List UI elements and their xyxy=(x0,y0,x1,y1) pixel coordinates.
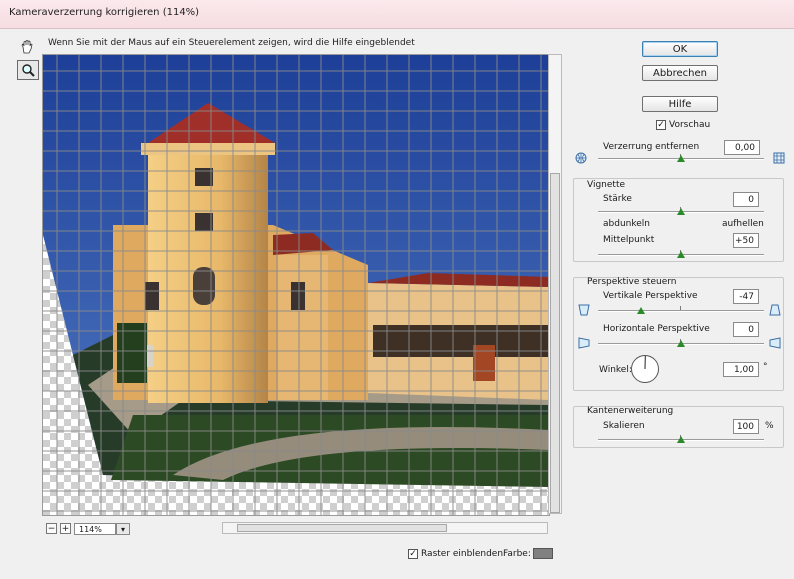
zoom-out-button[interactable]: − xyxy=(46,523,57,534)
scale-unit: % xyxy=(765,421,774,431)
scale-slider-thumb[interactable] xyxy=(677,436,685,443)
strength-slider-thumb[interactable] xyxy=(677,208,685,215)
vertical-scroll-thumb[interactable] xyxy=(550,173,560,513)
midpoint-slider-thumb[interactable] xyxy=(677,251,685,258)
scale-value-field[interactable]: 100 xyxy=(733,419,759,434)
vertical-perspective-field[interactable]: -47 xyxy=(733,289,759,304)
vertical-perspective-right-icon xyxy=(768,303,782,320)
zoom-icon[interactable] xyxy=(17,60,39,80)
image-preview[interactable] xyxy=(42,54,550,516)
vertical-perspective-label: Vertikale Perspektive xyxy=(603,291,698,301)
horizontal-perspective-field[interactable]: 0 xyxy=(733,322,759,337)
horizontal-perspective-thumb[interactable] xyxy=(677,340,685,347)
strength-value-field[interactable]: 0 xyxy=(733,192,759,207)
angle-dial[interactable] xyxy=(630,354,660,387)
darken-label: abdunkeln xyxy=(603,219,650,229)
zoom-level-field[interactable]: 114% xyxy=(74,523,116,535)
preview-checkbox[interactable]: ✓ xyxy=(656,120,666,130)
cancel-button[interactable]: Abbrechen xyxy=(642,65,718,81)
window-title: Kameraverzerrung korrigieren (114%) xyxy=(9,7,200,18)
show-grid-label: Raster einblenden xyxy=(421,549,504,559)
show-grid-checkbox[interactable]: ✓ xyxy=(408,549,418,559)
hand-icon[interactable] xyxy=(17,38,37,56)
vertical-perspective-thumb[interactable] xyxy=(637,307,645,314)
lighten-label: aufhellen xyxy=(722,219,764,229)
ok-button[interactable]: OK xyxy=(642,41,718,57)
horizontal-perspective-label: Horizontale Perspektive xyxy=(603,324,710,334)
preview-image xyxy=(43,55,549,515)
chevron-down-icon[interactable]: ▾ xyxy=(116,523,130,535)
distortion-slider-thumb[interactable] xyxy=(677,155,685,162)
vertical-perspective-left-icon xyxy=(577,303,591,320)
distortion-label: Verzerrung entfernen xyxy=(603,142,700,152)
zoom-in-button[interactable]: + xyxy=(60,523,71,534)
pincushion-icon xyxy=(575,152,587,167)
preview-checkbox-label: Vorschau xyxy=(669,120,711,130)
horizontal-scrollbar[interactable] xyxy=(222,522,548,534)
vertical-perspective-track[interactable] xyxy=(598,310,764,312)
help-button[interactable]: Hilfe xyxy=(642,96,718,112)
horizontal-perspective-left-icon xyxy=(577,336,591,353)
vertical-perspective-center-tick xyxy=(680,306,681,310)
midpoint-label: Mittelpunkt xyxy=(603,235,655,245)
edge-extension-title: Kantenerweiterung xyxy=(587,406,674,416)
horizontal-perspective-right-icon xyxy=(768,336,782,353)
grid-color-label: Farbe: xyxy=(503,549,531,559)
help-hint-text: Wenn Sie mit der Maus auf ein Steuerelem… xyxy=(48,38,415,48)
midpoint-value-field[interactable]: +50 xyxy=(733,233,759,248)
distortion-value-field[interactable]: 0,00 xyxy=(724,140,760,155)
angle-unit: ° xyxy=(763,362,768,372)
grid-color-swatch[interactable] xyxy=(533,548,553,559)
angle-value-field[interactable]: 1,00 xyxy=(723,362,759,377)
perspective-title: Perspektive steuern xyxy=(587,277,677,287)
strength-label: Stärke xyxy=(603,194,632,204)
barrel-icon xyxy=(773,152,785,167)
vignette-title: Vignette xyxy=(587,180,626,190)
horizontal-scroll-thumb[interactable] xyxy=(237,524,447,532)
scale-label: Skalieren xyxy=(603,421,645,431)
angle-label: Winkel: xyxy=(599,365,632,375)
title-bar: Kameraverzerrung korrigieren (114%) xyxy=(0,0,794,29)
vertical-scrollbar[interactable] xyxy=(548,54,562,514)
